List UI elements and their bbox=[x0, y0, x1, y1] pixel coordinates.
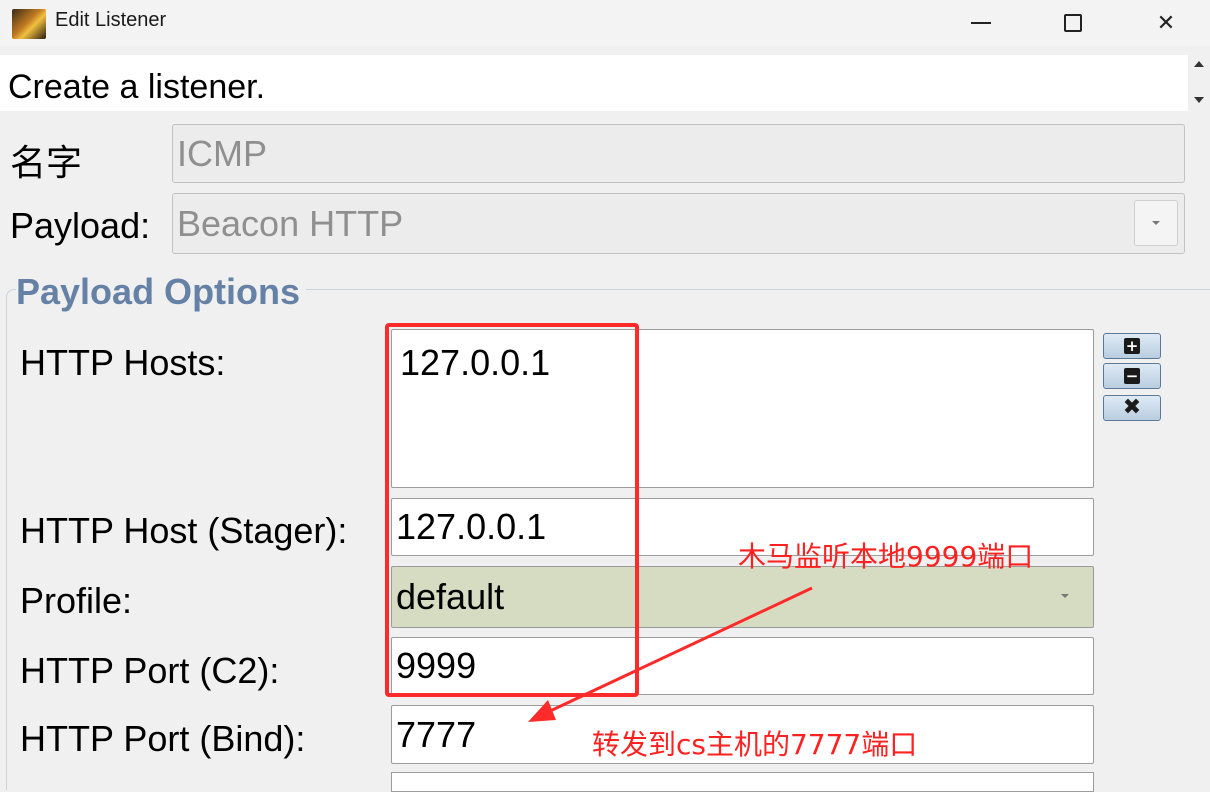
app-icon bbox=[12, 9, 46, 39]
remove-host-button[interactable]: − bbox=[1103, 363, 1161, 389]
add-host-button[interactable]: + bbox=[1103, 333, 1161, 359]
header-text: Create a listener. bbox=[8, 68, 266, 106]
remove-icon: ✖ bbox=[1122, 395, 1142, 420]
chevron-down-icon bbox=[1061, 594, 1069, 598]
name-label: 名字 bbox=[10, 142, 83, 183]
name-value: ICMP bbox=[177, 132, 267, 174]
minimize-icon bbox=[971, 22, 991, 24]
port-bind-label: HTTP Port (Bind): bbox=[20, 718, 306, 759]
scroll-down-icon[interactable] bbox=[1194, 97, 1204, 103]
clear-hosts-button[interactable]: ✖ bbox=[1103, 395, 1161, 421]
header-scrollbar[interactable] bbox=[1190, 55, 1210, 111]
minus-icon: − bbox=[1124, 366, 1140, 385]
payload-label: Payload: bbox=[10, 205, 151, 246]
maximize-icon bbox=[1064, 14, 1082, 32]
close-button[interactable]: ✕ bbox=[1135, 0, 1197, 46]
payload-dropdown-button[interactable] bbox=[1134, 200, 1178, 246]
payload-select[interactable]: Beacon HTTP bbox=[172, 193, 1185, 254]
payload-options-title: Payload Options bbox=[16, 271, 307, 313]
window-title: Edit Listener bbox=[55, 9, 167, 31]
maximize-button[interactable] bbox=[1042, 0, 1104, 46]
annotation-listen-note: 木马监听本地9999端口 bbox=[738, 540, 1034, 573]
http-hosts-label: HTTP Hosts: bbox=[20, 342, 226, 383]
close-icon: ✕ bbox=[1156, 10, 1176, 36]
plus-icon: + bbox=[1124, 336, 1140, 355]
payload-value: Beacon HTTP bbox=[177, 202, 404, 244]
profile-dropdown-button[interactable] bbox=[1043, 573, 1087, 619]
annotation-forward-note: 转发到cs主机的7777端口 bbox=[592, 728, 918, 761]
profile-label: Profile: bbox=[20, 580, 133, 621]
scroll-up-icon[interactable] bbox=[1194, 61, 1204, 67]
port-bind-value: 7777 bbox=[396, 713, 477, 755]
minimize-button[interactable] bbox=[950, 0, 1012, 46]
next-field-partial[interactable] bbox=[391, 772, 1094, 792]
stager-label: HTTP Host (Stager): bbox=[20, 510, 348, 551]
title-bar: Edit Listener ✕ bbox=[0, 0, 1210, 46]
chevron-down-icon bbox=[1152, 221, 1160, 225]
name-field[interactable]: ICMP bbox=[172, 124, 1185, 183]
highlight-box bbox=[385, 323, 639, 697]
port-c2-label: HTTP Port (C2): bbox=[20, 650, 280, 691]
